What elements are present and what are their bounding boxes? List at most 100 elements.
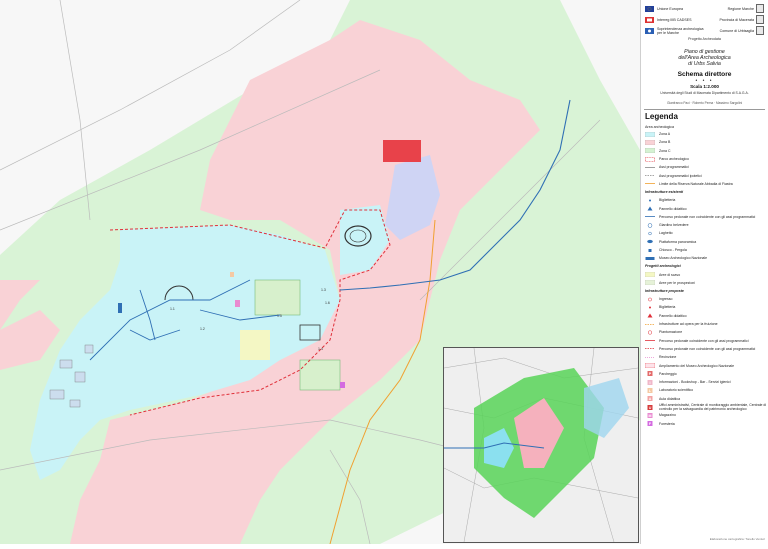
soprintendenza-logo-icon [645,27,654,34]
legend-planned-12: A Aula didattica [641,395,768,403]
legend-swatch [645,355,655,360]
logo-label-provincia: Provincia di Macerata [719,17,754,22]
inset-overview-map [443,347,639,543]
legend-existing-5: Piattaforma panoramica [641,238,768,246]
legend-label: Foresteria [659,421,675,426]
legend-label: Pannello didattico [659,206,687,211]
logo-row-3: Soprintendenza archeologica per le March… [645,25,764,36]
legend-label: Giardino belvedere [659,223,689,228]
legend-label: Assi programmatici ipotetici [659,173,702,178]
main-map[interactable]: 1.3 1.4 1.5 1.6 1.1 1.2 [0,0,640,545]
legend-title: Legenda [645,112,678,121]
crest-icon [756,26,764,35]
legend-label: Informazioni - Bookshop - Bar - Servizi … [659,380,731,385]
legend-area-item-0: Parco archeologico [641,155,768,163]
legend-swatch [645,248,655,253]
legend-swatch [645,322,655,327]
legend-label: Biglietteria [659,198,676,203]
legend-swatch [645,256,655,261]
legend-planned-3: Infrastrutture ad opera per la fruizione [641,320,768,328]
legend-label: Laboratorio scientifico [659,388,694,393]
legend-label: Recinzione [659,355,677,360]
legend-swatch: M [645,412,655,418]
legend-label: Museo Archeologico Nazionale [659,256,708,261]
map-scale: Scala 1:2.000 [690,84,719,89]
legend-planned-10: I Informazioni - Bookshop - Bar - Servizi… [641,378,768,386]
legend-swatch: I [645,379,655,385]
map-label-1-3: 1.3 [321,288,326,292]
logo-label-comune: Comune di Urbisaglia [719,28,754,33]
legend-label: Zona A [659,132,671,137]
legend-swatch [644,362,656,369]
logo-label-interreg: Interreg IIIB CADSES [657,17,692,22]
legend-planned-15: F Foresteria [641,420,768,428]
legend-swatch [645,305,655,310]
legend-projects-heading: Progetti archeologici [645,264,681,269]
legend-zone-0: Zona A [641,130,768,138]
map-label-1-1: 1.1 [170,307,175,311]
legend-planned-9: P Parcheggio [641,370,768,378]
legend-swatch [644,148,656,154]
map-label-1-4: 1.4 [318,347,323,351]
legend-planned-14: M Magazzino [641,411,768,419]
legend-planned-8: Ampliamento del Museo Archeologico Nazio… [641,361,768,369]
legend-planned-2: Pannello didattico [641,312,768,320]
legend-existing-3: Giardino belvedere [641,221,768,229]
legend-swatch: U [645,404,655,410]
university-label: Università degli Studi di Macerata Dipar… [660,91,749,95]
legend-label: Uffici amministrativi, Centrale di monit… [659,403,767,412]
legend-area-heading: Area archeologica [645,124,674,129]
legend-planned-0: Ingresso [641,295,768,303]
legend-swatch [645,181,655,186]
title-line-3: di Urbs Salvia [688,61,721,67]
legend-swatch [645,346,655,351]
legend-zone-2: Zona C [641,147,768,155]
legend-swatch [645,313,655,318]
legend-planned-4: Piantumazione [641,328,768,336]
legend-existing-4: Laghetto [641,229,768,237]
legend-swatch [645,165,655,170]
legend-label: Percorso pedonale coincidente con gli as… [659,338,749,343]
logo-label-regione: Regione Marche [727,6,754,11]
legend-existing-2: Percorso pedonale non coincidente con gl… [641,213,768,221]
legend-swatch [645,214,655,219]
legend-swatch [645,297,655,302]
logo-row-2: Interreg IIIB CADSES Provincia di Macera… [645,14,764,25]
legend-area-item-1: Assi programmatici [641,163,768,171]
legend-label: Piantumazione [659,330,683,335]
legend-label: Aula didattica [659,396,681,401]
legend-existing-0: Biglietteria [641,196,768,204]
legend-label: Piattaforma panoramica [659,239,697,244]
authors-label: Gianfranco Paci · Roberto Perna · Massim… [666,101,743,105]
legend-label: Limite della Riserva Naturale Abbadia di… [659,181,733,186]
logo-label-eu: Unione Europea [657,6,683,11]
legend-swatch [645,231,655,236]
crest-icon [756,4,764,13]
legend-project-1: Aree per le prospezioni [641,279,768,287]
legend-label: Parcheggio [659,371,677,376]
divider [644,109,765,110]
legend-label: Infrastrutture ad opera per la fruizione [659,322,718,327]
legend-swatch [645,330,655,335]
legend-project-0: Aree di scavo [641,270,768,278]
logo-label-soprintendenza: Soprintendenza archeologica per le March… [657,26,704,35]
project-name: Progetto Archeodata [688,37,721,41]
logo-row-1: Unione Europea Regione Marche [645,3,764,14]
logo-block: Unione Europea Regione Marche Interreg I… [641,0,768,41]
legend-swatch [645,173,655,178]
map-label-1-6: 1.6 [325,301,330,305]
legend-swatch [645,338,655,343]
legend-existing-1: Pannello didattico [641,204,768,212]
legend-label: Zona B [659,140,671,145]
legend-swatch [644,271,656,278]
legend-label: Zona C [659,148,671,153]
legend-swatch [644,280,656,286]
crest-icon [756,15,764,24]
legend-planned-6: Percorso pedonale non coincidente con gl… [641,345,768,353]
legend-swatch [645,239,655,244]
legend-label: Parco archeologico [659,157,689,162]
legend-existing-heading: Infrastrutture esistenti [645,190,684,195]
legend-swatch [644,139,656,146]
map-subtitle: Schema direttore [677,71,732,78]
legend-label: Percorso pedonale non coincidente con gl… [659,346,756,351]
